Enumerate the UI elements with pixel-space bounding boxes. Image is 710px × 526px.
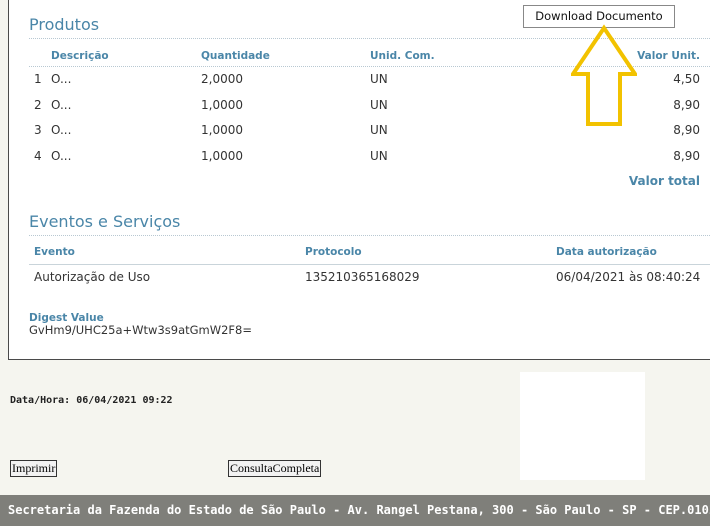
row-quantity: 1,0000 [201, 123, 243, 137]
row-number: 3 [34, 123, 42, 137]
total-label: Valor total [628, 174, 700, 188]
row-unit: UN [370, 98, 388, 112]
footer-bar: Secretaria da Fazenda do Estado de São P… [0, 495, 710, 526]
col-header-data: Data autorização [556, 246, 657, 258]
row-quantity: 1,0000 [201, 149, 243, 163]
print-button[interactable]: Imprimir [10, 460, 58, 477]
products-title: Produtos [29, 15, 100, 34]
col-header-unidade: Unid. Com. [370, 50, 435, 62]
event-protocol: 135210365168029 [305, 270, 420, 284]
row-description: O... [51, 123, 72, 137]
digest-value: GvHm9/UHC25a+Wtw3s9atGmW2F8= [29, 323, 253, 337]
divider [29, 235, 710, 236]
row-quantity: 2,0000 [201, 72, 243, 86]
row-unit: UN [370, 123, 388, 137]
col-header-quantidade: Quantidade [201, 50, 270, 62]
up-arrow-icon [571, 24, 637, 126]
col-header-protocolo: Protocolo [305, 246, 362, 258]
row-description: O... [51, 72, 72, 86]
full-query-button[interactable]: ConsultaCompleta [228, 460, 322, 477]
row-quantity: 1,0000 [201, 98, 243, 112]
row-unit: UN [370, 149, 388, 163]
row-description: O... [51, 98, 72, 112]
blank-area [520, 372, 645, 480]
invoice-panel: Produtos Descrição Quantidade Unid. Com.… [8, 0, 710, 360]
row-number: 1 [34, 72, 42, 86]
event-name: Autorização de Uso [34, 270, 151, 284]
datetime-stamp: Data/Hora: 06/04/2021 09:22 [10, 395, 173, 406]
event-date: 06/04/2021 às 08:40:24 [556, 270, 701, 284]
row-number: 2 [34, 98, 42, 112]
row-description: O... [51, 149, 72, 163]
events-title: Eventos e Serviços [29, 212, 181, 231]
row-number: 4 [34, 149, 42, 163]
divider [29, 264, 710, 265]
col-header-descricao: Descrição [51, 50, 109, 62]
row-value: 8,90 [673, 149, 700, 163]
row-unit: UN [370, 72, 388, 86]
col-header-evento: Evento [34, 246, 75, 258]
